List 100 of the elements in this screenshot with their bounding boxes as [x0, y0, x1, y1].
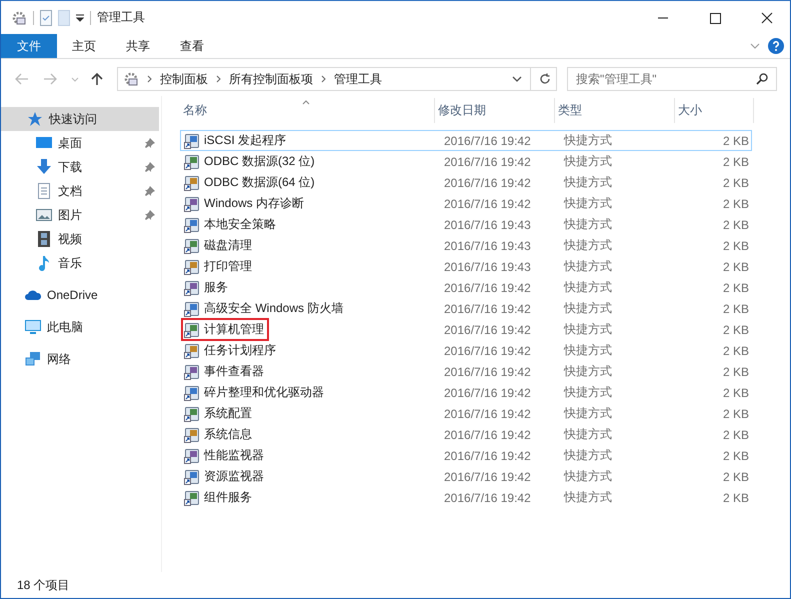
column-header[interactable]: 修改日期: [435, 98, 555, 123]
table-cell-text: 2 KB: [722, 176, 750, 190]
sidebar-item[interactable]: 桌面: [1, 131, 159, 155]
chevron-right-icon[interactable]: [321, 75, 326, 83]
file-row[interactable]: 高级安全 Windows 防火墙 2016/7/16 19:42 快捷方式 2 KB: [180, 298, 752, 319]
file-row[interactable]: 事件查看器 2016/7/16 19:42 快捷方式 2 KB: [180, 361, 752, 382]
table-cell-text: 快捷方式: [562, 321, 613, 338]
file-row[interactable]: 系统配置 2016/7/16 19:42 快捷方式 2 KB: [180, 403, 752, 424]
chevron-down-icon[interactable]: [512, 76, 522, 82]
breadcrumb-link[interactable]: 所有控制面板项: [229, 70, 313, 88]
file-row[interactable]: iSCSI 发起程序 2016/7/16 19:42 快捷方式 2 KB: [180, 130, 752, 151]
pin-icon[interactable]: [145, 138, 155, 148]
ribbon-tab[interactable]: 主页: [57, 34, 111, 58]
file-row[interactable]: 服务 2016/7/16 19:42 快捷方式 2 KB: [180, 277, 752, 298]
breadcrumb-link[interactable]: 管理工具: [334, 70, 382, 88]
sidebar-item[interactable]: 快速访问: [1, 107, 159, 131]
table-cell-text: 2016/7/16 19:42: [443, 428, 532, 442]
breadcrumb-link[interactable]: 控制面板: [160, 70, 208, 88]
file-row[interactable]: 碎片整理和优化驱动器 2016/7/16 19:42 快捷方式 2 KB: [180, 382, 752, 403]
file-name: Windows 内存诊断: [204, 195, 304, 212]
column-header[interactable]: 大小: [675, 98, 754, 123]
shortcut-icon: [184, 216, 200, 232]
file-row[interactable]: 任务计划程序 2016/7/16 19:42 快捷方式 2 KB: [180, 340, 752, 361]
sidebar-item[interactable]: 下载: [1, 155, 159, 179]
image-icon: [36, 207, 52, 223]
up-arrow-icon[interactable]: [91, 72, 103, 86]
shortcut-icon: [184, 280, 200, 296]
sort-caret-icon: [302, 100, 310, 105]
table-cell-text: 2 KB: [722, 280, 750, 294]
sidebar-item[interactable]: 音乐: [1, 251, 159, 275]
sidebar-item[interactable]: 文档: [1, 179, 159, 203]
file-name: 碎片整理和优化驱动器: [204, 384, 324, 401]
pin-icon[interactable]: [145, 162, 155, 172]
file-row[interactable]: 资源监视器 2016/7/16 19:42 快捷方式 2 KB: [180, 466, 752, 487]
sidebar-item[interactable]: 视频: [1, 227, 159, 251]
sidebar-item[interactable]: 网络: [1, 347, 159, 371]
ribbon-tab[interactable]: 查看: [165, 34, 219, 58]
refresh-icon[interactable]: [539, 73, 551, 85]
shortcut-icon: [184, 426, 200, 442]
dropdown-icon[interactable]: [76, 14, 84, 22]
table-cell-text: 快捷方式: [562, 300, 613, 317]
table-cell-text: 2016/7/16 19:43: [443, 260, 532, 274]
file-name: ODBC 数据源(64 位): [204, 174, 315, 191]
file-name: 组件服务: [204, 489, 252, 506]
table-cell-text: 2016/7/16 19:42: [443, 154, 532, 168]
window-title: 管理工具: [97, 9, 145, 26]
film-icon: [36, 231, 52, 247]
table-cell-text: 2 KB: [722, 428, 750, 442]
file-name: 资源监视器: [204, 468, 264, 485]
file-name: 服务: [204, 279, 228, 296]
file-row[interactable]: 磁盘清理 2016/7/16 19:43 快捷方式 2 KB: [180, 235, 752, 256]
search-field[interactable]: 搜索"管理工具": [567, 67, 777, 91]
file-row[interactable]: 组件服务 2016/7/16 19:42 快捷方式 2 KB: [180, 487, 752, 508]
file-name: 计算机管理: [204, 321, 264, 338]
gear-icon[interactable]: [11, 10, 27, 26]
table-cell-text: 2 KB: [722, 238, 750, 252]
file-row[interactable]: ODBC 数据源(64 位) 2016/7/16 19:42 快捷方式 2 KB: [180, 172, 752, 193]
shortcut-icon: [184, 174, 200, 190]
address-bar[interactable]: 控制面板 所有控制面板项 管理工具: [117, 67, 557, 91]
table-cell-text: 2016/7/16 19:42: [443, 196, 532, 210]
shortcut-icon: [184, 406, 200, 422]
file-row[interactable]: 性能监视器 2016/7/16 19:42 快捷方式 2 KB: [180, 445, 752, 466]
chevron-right-icon[interactable]: [147, 75, 152, 83]
column-header[interactable]: 类型: [555, 98, 675, 123]
sidebar-item[interactable]: 图片: [1, 203, 159, 227]
file-row[interactable]: Windows 内存诊断 2016/7/16 19:42 快捷方式 2 KB: [180, 193, 752, 214]
search-icon[interactable]: [756, 73, 768, 85]
file-name: ODBC 数据源(32 位): [204, 153, 315, 170]
table-cell-text: 快捷方式: [562, 216, 613, 233]
table-cell-text: 快捷方式: [562, 237, 613, 254]
column-header[interactable]: 名称: [180, 98, 435, 123]
pin-icon[interactable]: [145, 186, 155, 196]
chevron-right-icon[interactable]: [216, 75, 221, 83]
file-row[interactable]: 计算机管理 2016/7/16 19:42 快捷方式 2 KB: [180, 319, 752, 340]
file-row[interactable]: ODBC 数据源(32 位) 2016/7/16 19:42 快捷方式 2 KB: [180, 151, 752, 172]
table-cell-text: 2016/7/16 19:42: [443, 344, 532, 358]
table-cell-text: 2 KB: [722, 302, 750, 316]
shortcut-icon: [184, 468, 200, 484]
file-row[interactable]: 系统信息 2016/7/16 19:42 快捷方式 2 KB: [180, 424, 752, 445]
ribbon-tab[interactable]: 共享: [111, 34, 165, 58]
down-arrow-icon: [36, 159, 52, 175]
table-cell-text: 2 KB: [722, 196, 750, 210]
table-cell-text: 快捷方式: [562, 174, 613, 191]
table-cell-text: 2 KB: [722, 134, 750, 148]
checklist-icon[interactable]: [40, 10, 52, 26]
table-cell-text: 2 KB: [722, 406, 750, 420]
file-row[interactable]: 本地安全策略 2016/7/16 19:43 快捷方式 2 KB: [180, 214, 752, 235]
file-name: 事件查看器: [204, 363, 264, 380]
help-icon[interactable]: [768, 38, 784, 54]
file-name: 高级安全 Windows 防火墙: [204, 300, 344, 317]
sidebar-item[interactable]: 此电脑: [1, 315, 159, 339]
file-row[interactable]: 打印管理 2016/7/16 19:43 快捷方式 2 KB: [180, 256, 752, 277]
table-cell-text: 快捷方式: [562, 258, 613, 275]
shortcut-icon: [184, 448, 200, 464]
table-cell-text: 快捷方式: [562, 132, 613, 149]
table-cell-text: 快捷方式: [562, 384, 613, 401]
ribbon-tab[interactable]: 文件: [1, 34, 57, 58]
monitor-icon: [25, 319, 41, 335]
pin-icon[interactable]: [145, 210, 155, 220]
sidebar-item[interactable]: OneDrive: [1, 283, 159, 307]
